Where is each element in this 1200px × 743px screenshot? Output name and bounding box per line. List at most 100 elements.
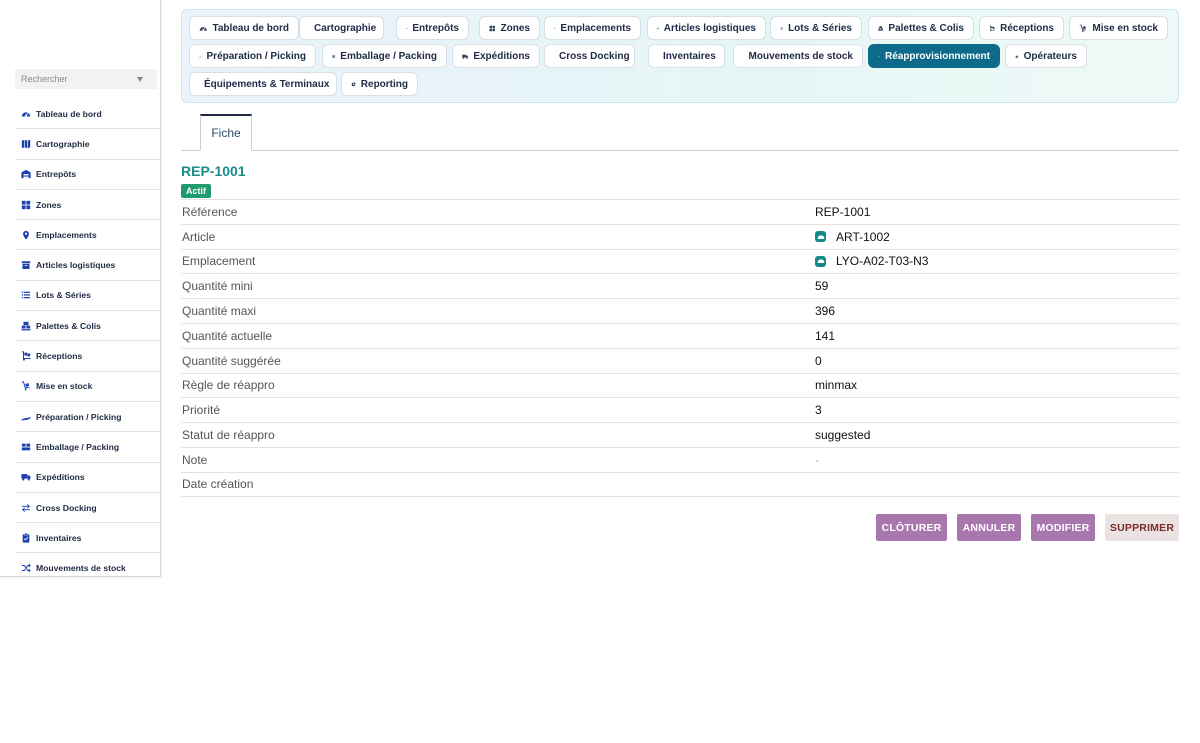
nav-chip-emballage-packing[interactable]: Emballage / Packing — [322, 44, 447, 68]
sidebar-item-mise-en-stock[interactable]: Mise en stock — [15, 372, 160, 402]
field-label: Date création — [182, 477, 254, 492]
nav-chip-label: Articles logistiques — [663, 22, 756, 34]
warehouse-icon — [406, 23, 408, 34]
warehouse-icon — [21, 169, 31, 179]
shuffle-icon — [21, 563, 31, 573]
nav-chip-tableau-de-bord[interactable]: Tableau de bord — [189, 16, 299, 40]
map-icon — [21, 139, 31, 149]
nav-chip-cross-docking[interactable]: Cross Docking — [544, 44, 635, 68]
sidebar-item-mouvements-de-stock[interactable]: Mouvements de stock — [15, 553, 160, 576]
nav-chip-receptions[interactable]: Réceptions — [979, 16, 1064, 40]
sidebar-item-inventaires[interactable]: Inventaires — [15, 523, 160, 554]
nav-chip-zones[interactable]: Zones — [479, 16, 540, 40]
nav-chip-entrepots[interactable]: Entrepôts — [396, 16, 469, 40]
sidebar-item-label: Mouvements de stock — [36, 563, 126, 574]
nav-chip-mise-en-stock[interactable]: Mise en stock — [1069, 16, 1168, 40]
field-row: Quantité suggérée 0 — [181, 347, 1179, 373]
field-value: 396 — [815, 304, 836, 319]
field-label: Règle de réappro — [182, 378, 275, 393]
field-value: 141 — [815, 328, 836, 343]
sidebar-item-emballage-packing[interactable]: Emballage / Packing — [15, 432, 160, 463]
sidebar-item-tableau-de-bord[interactable]: Tableau de bord — [15, 99, 160, 130]
field-label: Note — [182, 452, 208, 467]
field-label: Quantité actuelle — [182, 328, 273, 343]
dashboard-icon — [199, 23, 208, 34]
sidebar-item-receptions[interactable]: Réceptions — [15, 341, 160, 372]
field-label: Quantité suggérée — [182, 353, 281, 368]
cloturer-button[interactable]: CLÔTURER — [876, 514, 947, 541]
tab-fiche[interactable]: Fiche — [200, 114, 252, 151]
sidebar-search[interactable] — [15, 69, 157, 89]
operator-icon — [1015, 51, 1019, 62]
field-value: minmax — [815, 378, 858, 393]
sidebar-item-palettes-colis[interactable]: Palettes & Colis — [15, 311, 160, 342]
nav-chip-equipements-terminaux[interactable]: Équipements & Terminaux — [189, 72, 337, 96]
clipboard-icon — [21, 533, 31, 543]
nav-chip-articles-logistiques[interactable]: Articles logistiques — [647, 16, 766, 40]
sidebar-item-label: Expéditions — [36, 472, 85, 483]
nav-chip-emplacements[interactable]: Emplacements — [544, 16, 641, 40]
nav-chip-label: Lots & Séries — [788, 22, 852, 34]
sidebar-item-emplacements[interactable]: Emplacements — [15, 220, 160, 251]
field-row: Article ART-1002 — [181, 223, 1179, 249]
nav-chip-expeditions[interactable]: Expéditions — [452, 44, 540, 68]
sidebar-item-lots-series[interactable]: Lots & Séries — [15, 281, 160, 312]
search-input[interactable] — [15, 73, 133, 85]
nav-chip-reapprovisionnement[interactable]: Réapprovisionnement — [868, 44, 1000, 68]
field-row: Règle de réappro minmax — [181, 372, 1179, 398]
sidebar-item-articles-logistiques[interactable]: Articles logistiques — [15, 250, 160, 281]
nav-chip-label: Zones — [500, 22, 530, 34]
sidebar-item-preparation-picking[interactable]: Préparation / Picking — [15, 402, 160, 433]
record-fields: Référence REP-1001 Article ART-1002 Emplacem… — [181, 199, 1179, 497]
nav-chip-label: Tableau de bord — [212, 22, 290, 34]
shuffle-icon — [743, 51, 744, 62]
refresh-icon — [878, 51, 880, 62]
sidebar-item-entrepots[interactable]: Entrepôts — [15, 160, 160, 190]
nav-chip-label: Expéditions — [473, 50, 530, 62]
pallet-icon — [21, 321, 31, 331]
nav-chip-label: Inventaires — [663, 50, 716, 62]
nav-chip-label: Reporting — [360, 78, 408, 90]
field-label: Priorité — [182, 403, 221, 418]
nav-chip-inventaires[interactable]: Inventaires — [648, 44, 725, 68]
sidebar-item-label: Réceptions — [36, 351, 83, 362]
field-row: Emplacement LYO-A02-T03-N3 — [181, 248, 1179, 274]
annuler-button[interactable]: ANNULER — [957, 514, 1021, 541]
nav-chip-label: Réceptions — [1000, 22, 1054, 34]
nav-chip-preparation-picking[interactable]: Préparation / Picking — [189, 44, 316, 68]
field-row: Quantité mini 59 — [181, 273, 1179, 298]
field-row: Note - — [181, 446, 1179, 472]
link-icon[interactable] — [815, 255, 826, 267]
field-value[interactable]: LYO-A02-T03-N3 — [815, 254, 928, 268]
link-icon[interactable] — [815, 231, 826, 243]
field-value[interactable]: ART-1002 — [815, 230, 890, 244]
chevron-down-icon[interactable] — [137, 76, 143, 82]
field-row: Référence REP-1001 — [181, 199, 1179, 224]
nav-chip-lots-series[interactable]: Lots & Séries — [770, 16, 862, 40]
nav-chip-mouvements-de-stock[interactable]: Mouvements de stock — [733, 44, 863, 68]
pallet-icon — [878, 23, 884, 34]
hand-icon — [21, 412, 31, 422]
sidebar-item-cross-docking[interactable]: Cross Docking — [15, 493, 160, 524]
nav-chip-palettes-colis[interactable]: Palettes & Colis — [868, 16, 974, 40]
putaway-icon — [21, 381, 31, 391]
nav-chip-label: Mouvements de stock — [748, 50, 853, 62]
sidebar-item-label: Emballage / Packing — [36, 441, 120, 452]
truck-icon — [21, 472, 31, 482]
nav-chip-reporting[interactable]: Reporting — [341, 72, 418, 96]
box-icon — [657, 23, 659, 34]
grid-icon — [489, 23, 496, 34]
field-value: 59 — [815, 279, 829, 294]
sidebar-item-expeditions[interactable]: Expéditions — [15, 463, 160, 493]
supprimer-button[interactable]: SUPPRIMER — [1105, 514, 1179, 541]
modifier-button[interactable]: MODIFIER — [1031, 514, 1095, 541]
nav-chip-cartographie[interactable]: Cartographie — [299, 16, 384, 40]
nav-chip-operateurs[interactable]: Opérateurs — [1005, 44, 1087, 68]
list-icon — [780, 23, 783, 34]
sidebar-item-cartographie[interactable]: Cartographie — [15, 129, 160, 160]
sidebar-item-label: Articles logistiques — [36, 260, 116, 271]
nav-chip-label: Cartographie — [314, 22, 377, 34]
status-badge: Actif — [181, 184, 211, 198]
nav-chip-label: Entrepôts — [412, 22, 459, 34]
sidebar-item-zones[interactable]: Zones — [15, 190, 160, 221]
